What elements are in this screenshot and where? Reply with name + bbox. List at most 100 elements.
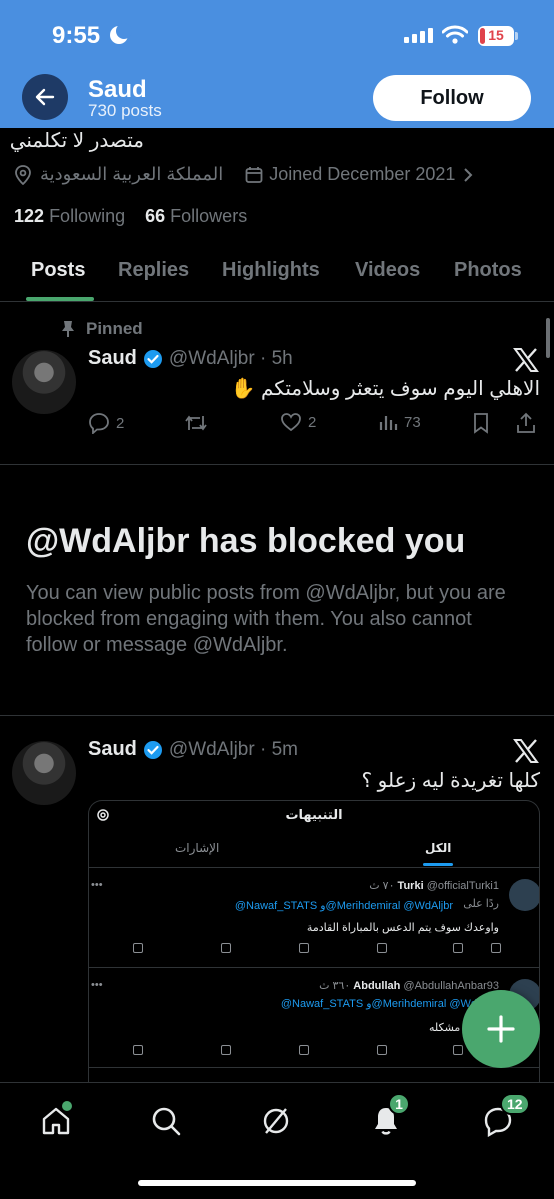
views-chart-icon (379, 416, 398, 430)
active-tab-indicator (26, 297, 94, 301)
reply-button[interactable]: 2 (88, 412, 124, 434)
followers-count[interactable]: 66 (145, 206, 165, 226)
compose-button[interactable] (462, 990, 540, 1068)
tweet-avatar[interactable] (12, 350, 76, 414)
profile-tabs: Posts Replies Highlights Videos Photos (0, 246, 554, 302)
grok-icon (263, 1108, 289, 1134)
home-indicator[interactable] (138, 1180, 416, 1186)
home-new-dot (62, 1101, 72, 1111)
tab-posts[interactable]: Posts (31, 259, 85, 282)
embed-row-head: Turki @officialTurki1 ٧٠ ث (369, 879, 499, 892)
embed-row-actions (129, 943, 509, 957)
tweet-actions: 2 2 73 (88, 412, 538, 440)
embed-divider (89, 867, 539, 868)
x-logo-icon (513, 348, 539, 372)
tab-videos[interactable]: Videos (355, 259, 420, 282)
repost-icon (185, 415, 207, 431)
share-icon (517, 412, 535, 433)
tweet-author-name[interactable]: Saud (88, 738, 137, 761)
embed-row-meta: @AbdullahAnbar93 ٣٦٠ ث (319, 980, 499, 992)
pinned-label-row: Pinned (60, 319, 143, 339)
embed-row-head: Abdullah @AbdullahAnbar93 ٣٦٠ ث (319, 979, 499, 992)
tweet-avatar[interactable] (12, 741, 76, 805)
pinned-label: Pinned (86, 319, 143, 338)
verified-badge-icon (143, 740, 162, 759)
blocked-title: @WdAljbr has blocked you (26, 522, 466, 560)
reply-icon (89, 413, 109, 434)
followers-label[interactable]: Followers (170, 206, 247, 226)
embed-avatar (509, 879, 539, 911)
nav-messages[interactable]: 12 (476, 1093, 530, 1143)
embed-divider (89, 1067, 539, 1068)
tweet-handle-time[interactable]: @WdAljbr · 5m (169, 739, 298, 761)
nav-search[interactable] (144, 1099, 188, 1143)
pin-icon (62, 321, 74, 337)
profile-joined-link[interactable]: Joined December 2021 (245, 164, 475, 185)
embed-row-sub: ردًا على (463, 898, 499, 910)
cellular-signal-icon (404, 28, 433, 43)
embed-row-meta: @officialTurki1 ٧٠ ث (369, 880, 499, 892)
profile-meta: المملكة العربية السعودية Joined December… (14, 164, 475, 185)
follow-button[interactable]: Follow (373, 75, 531, 121)
like-count: 2 (308, 413, 317, 431)
tweet-author-name[interactable]: Saud (88, 347, 137, 370)
embed-tab-mentions: الإشارات (175, 841, 220, 855)
embed-row-actions (129, 1045, 509, 1059)
bookmark-button[interactable] (472, 412, 490, 434)
header-post-count: 730 posts (88, 101, 162, 120)
blocked-description: You can view public posts from @WdAljbr,… (26, 582, 506, 656)
tweet-header: Saud @WdAljbr · 5m (88, 738, 298, 761)
share-button[interactable] (516, 412, 536, 434)
divider (0, 464, 554, 465)
embed-tab-indicator (423, 863, 453, 866)
nav-grok[interactable] (254, 1099, 298, 1143)
tab-highlights[interactable]: Highlights (222, 259, 320, 282)
battery-cap (515, 32, 518, 40)
tweet-text: كلها تغريدة ليه زعلو ؟ (361, 770, 541, 792)
views-count: 73 (404, 413, 421, 431)
more-icon: ••• (91, 879, 103, 891)
scrollbar[interactable] (546, 318, 550, 358)
back-button[interactable] (22, 74, 68, 120)
notifications-badge: 1 (388, 1093, 410, 1115)
follow-counts: 122 Following 66 Followers (14, 206, 247, 227)
location-icon (15, 164, 31, 185)
like-button[interactable]: 2 (280, 412, 316, 432)
header-name: Saud (88, 76, 147, 103)
following-count[interactable]: 122 (14, 206, 44, 226)
profile-bio: متصدر لا تكلمني (9, 130, 144, 152)
nav-home[interactable] (34, 1099, 78, 1143)
battery-level: 15 (488, 27, 504, 43)
reply-count: 2 (116, 414, 125, 432)
status-time: 9:55 (52, 22, 101, 49)
tweet-header: Saud @WdAljbr · 5h (88, 347, 293, 370)
embed-divider (89, 967, 539, 968)
divider (0, 715, 554, 716)
heart-icon (281, 413, 301, 432)
views-button[interactable]: 73 (378, 412, 421, 432)
embed-row-body: واوعدك سوف يتم الدعس بالمباراة القادمة (306, 922, 499, 934)
battery-indicator: 15 (478, 26, 514, 46)
plus-icon (487, 1015, 515, 1043)
tab-replies[interactable]: Replies (118, 259, 189, 282)
embed-row-name: Abdullah (353, 980, 401, 992)
embed-row-name: Turki (397, 880, 424, 892)
tweet-text: الاهلي اليوم سوف يتعثر وسلامتكم ✋ (230, 378, 540, 400)
tweet-handle-time[interactable]: @WdAljbr · 5h (169, 348, 293, 370)
embed-row-mentions: @Nawaf_STATS و@Merihdemiral @WdAljbr (280, 998, 499, 1010)
profile-location: المملكة العربية السعودية (40, 164, 224, 184)
verified-badge-icon (143, 349, 162, 368)
x-logo-icon (513, 739, 539, 763)
tab-photos[interactable]: Photos (454, 259, 522, 282)
calendar-icon (245, 166, 263, 183)
focus-moon-icon (110, 23, 132, 44)
embed-row-mentions: @Nawaf_STATS و@Merihdemiral @WdAljbr (234, 900, 453, 912)
more-icon: ••• (91, 979, 103, 991)
repost-button[interactable] (184, 412, 208, 434)
nav-notifications[interactable]: 1 (364, 1093, 410, 1143)
following-label[interactable]: Following (49, 206, 125, 226)
wifi-icon (442, 25, 468, 44)
search-icon (152, 1107, 181, 1136)
chevron-right-icon (464, 167, 473, 182)
messages-badge: 12 (500, 1093, 530, 1115)
